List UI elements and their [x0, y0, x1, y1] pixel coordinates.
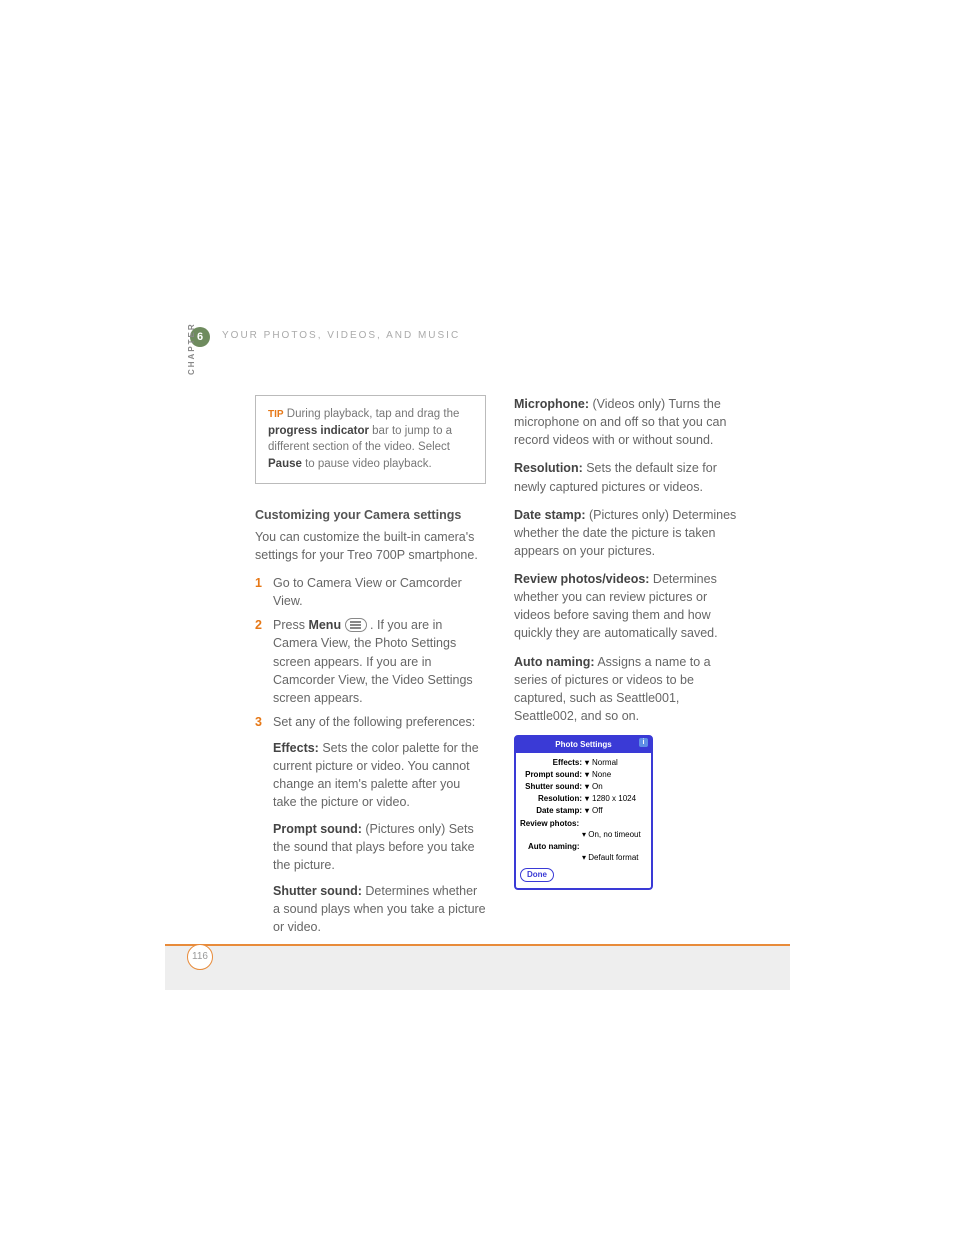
step-body: Set any of the following preferences: [273, 713, 486, 731]
tip-text-1: During playback, tap and drag the [287, 408, 460, 420]
step-body: Press Menu . If you are in Camera View, … [273, 616, 486, 707]
def-auto: Auto naming: Assigns a name to a series … [514, 653, 745, 726]
step-num: 3 [255, 713, 273, 731]
chevron-down-icon: ▾ [585, 769, 589, 781]
lbl: Date stamp: [520, 805, 582, 817]
row-auto-label: Auto naming: [528, 841, 647, 853]
lbl: Prompt sound: [520, 769, 582, 781]
row-review-label: Review photos: [520, 818, 647, 830]
chevron-down-icon: ▾ [585, 793, 589, 805]
row-datestamp: Date stamp:▾Off [520, 805, 647, 817]
screenshot-title-text: Photo Settings [555, 740, 611, 749]
info-icon: i [639, 738, 648, 747]
step-body: Go to Camera View or Camcorder View. [273, 574, 486, 610]
tip-bold-2: Pause [268, 458, 302, 470]
step-num: 1 [255, 574, 273, 610]
chevron-down-icon: ▾ [585, 757, 589, 769]
val: 1280 x 1024 [592, 793, 636, 805]
screenshot-title: Photo Settings i [516, 737, 651, 753]
lbl: Shutter sound: [520, 781, 582, 793]
term: Auto naming: [514, 655, 595, 669]
term: Date stamp: [514, 508, 586, 522]
sub-heading: Customizing your Camera settings [255, 506, 486, 524]
menu-icon [345, 618, 367, 632]
chevron-down-icon: ▾ [585, 781, 589, 793]
row-prompt: Prompt sound:▾None [520, 769, 647, 781]
step-2: 2 Press Menu . If you are in Camera View… [255, 616, 486, 707]
def-review: Review photos/videos: Determines whether… [514, 570, 745, 643]
step2-bold: Menu [308, 618, 341, 632]
tip-label: TIP [268, 409, 284, 420]
screenshot-body: Effects:▾Normal Prompt sound:▾None Shutt… [516, 753, 651, 888]
page-number: 116 [187, 944, 213, 970]
lbl: Effects: [520, 757, 582, 769]
term: Prompt sound: [273, 822, 362, 836]
chapter-label: CHAPTER [187, 322, 196, 375]
row-resolution: Resolution:▾1280 x 1024 [520, 793, 647, 805]
step-3: 3 Set any of the following preferences: [255, 713, 486, 731]
row-shutter: Shutter sound:▾On [520, 781, 647, 793]
lbl: Resolution: [520, 793, 582, 805]
tip-box: TIP During playback, tap and drag the pr… [255, 395, 486, 484]
def-mic: Microphone: (Videos only) Turns the micr… [514, 395, 745, 449]
row-auto-value: ▾ Default format [582, 852, 647, 864]
right-column: Microphone: (Videos only) Turns the micr… [514, 395, 745, 944]
def-prompt: Prompt sound: (Pictures only) Sets the s… [273, 820, 486, 874]
term: Effects: [273, 741, 319, 755]
intro-para: You can customize the built-in camera's … [255, 528, 486, 564]
val: Normal [592, 757, 618, 769]
row-review-value: ▾ On, no timeout [582, 829, 647, 841]
val: Off [592, 805, 603, 817]
val: On, no timeout [588, 830, 640, 839]
term: Review photos/videos: [514, 572, 649, 586]
tip-bold-1: progress indicator [268, 425, 369, 437]
term: Microphone: [514, 397, 589, 411]
done-button: Done [520, 868, 554, 882]
tip-text-3: to pause video playback. [302, 458, 432, 470]
def-res: Resolution: Sets the default size for ne… [514, 459, 745, 495]
term: Resolution: [514, 461, 583, 475]
term: Shutter sound: [273, 884, 362, 898]
settings-screenshot: Photo Settings i Effects:▾Normal Prompt … [514, 735, 653, 890]
val: On [592, 781, 603, 793]
val: Default format [588, 853, 638, 862]
left-column: TIP During playback, tap and drag the pr… [255, 395, 486, 944]
def-effects: Effects: Sets the color palette for the … [273, 739, 486, 812]
step-1: 1 Go to Camera View or Camcorder View. [255, 574, 486, 610]
def-shutter: Shutter sound: Determines whether a soun… [273, 882, 486, 936]
section-header: YOUR PHOTOS, VIDEOS, AND MUSIC [222, 330, 460, 341]
step2-pre: Press [273, 618, 308, 632]
chevron-down-icon: ▾ [585, 805, 589, 817]
step-num: 2 [255, 616, 273, 707]
footer-band [165, 946, 790, 990]
def-date: Date stamp: (Pictures only) Determines w… [514, 506, 745, 560]
val: None [592, 769, 611, 781]
row-effects: Effects:▾Normal [520, 757, 647, 769]
